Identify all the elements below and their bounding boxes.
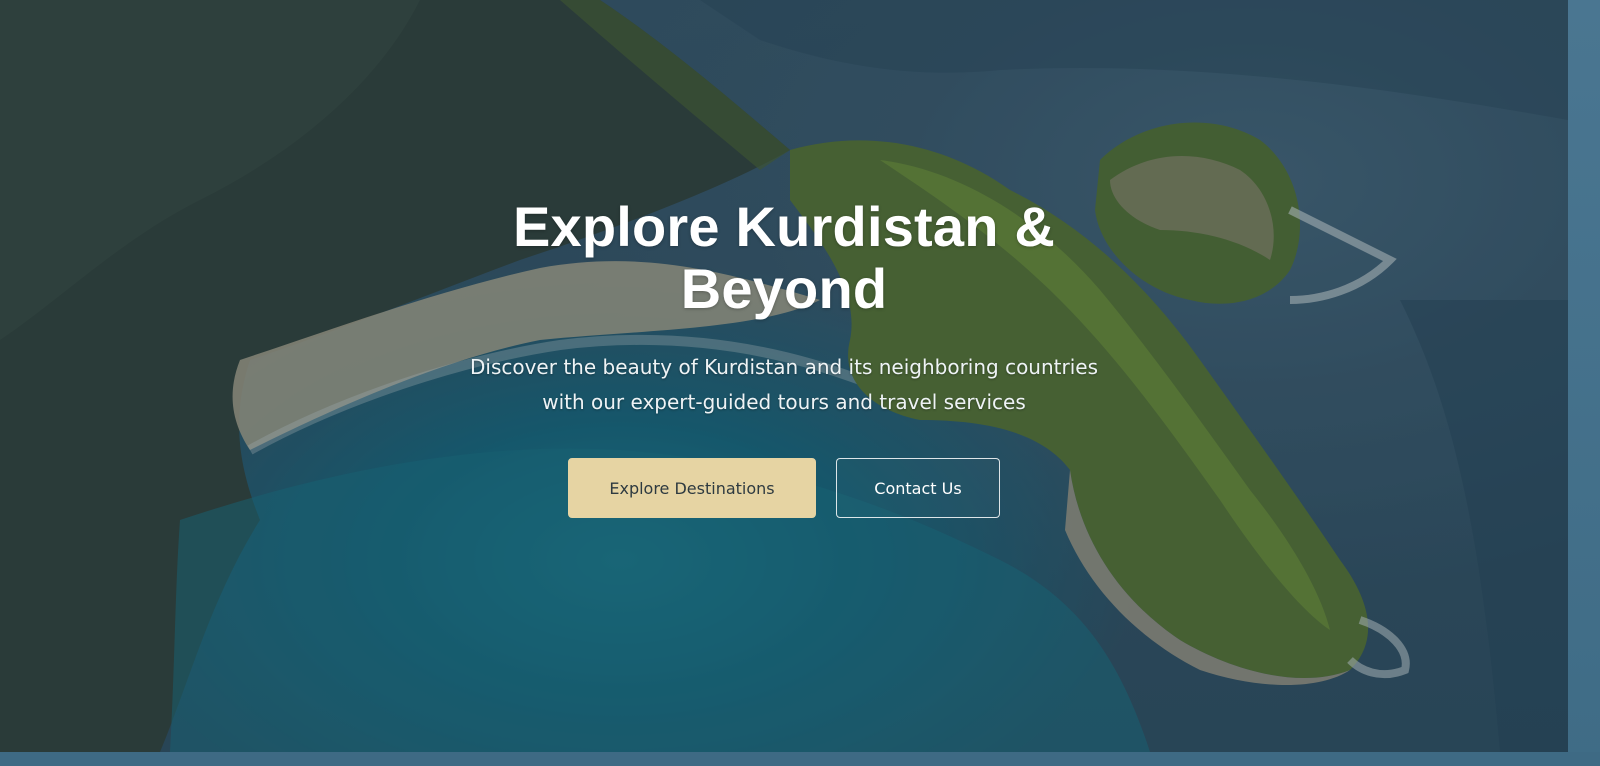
hero-subtitle: Discover the beauty of Kurdistan and its… <box>469 355 1099 414</box>
hero-content: Explore Kurdistan & Beyond Discover the … <box>434 196 1134 518</box>
hero-title: Explore Kurdistan & Beyond <box>512 195 1056 320</box>
contact-us-button[interactable]: Contact Us <box>836 458 1000 518</box>
hero-section: Explore Kurdistan & Beyond Discover the … <box>0 0 1568 752</box>
explore-destinations-button[interactable]: Explore Destinations <box>568 458 816 518</box>
hero-actions: Explore Destinations Contact Us <box>434 458 1134 518</box>
bottom-edge-border <box>0 752 1600 766</box>
right-edge-border <box>1568 0 1600 766</box>
page-frame: Explore Kurdistan & Beyond Discover the … <box>0 0 1600 766</box>
